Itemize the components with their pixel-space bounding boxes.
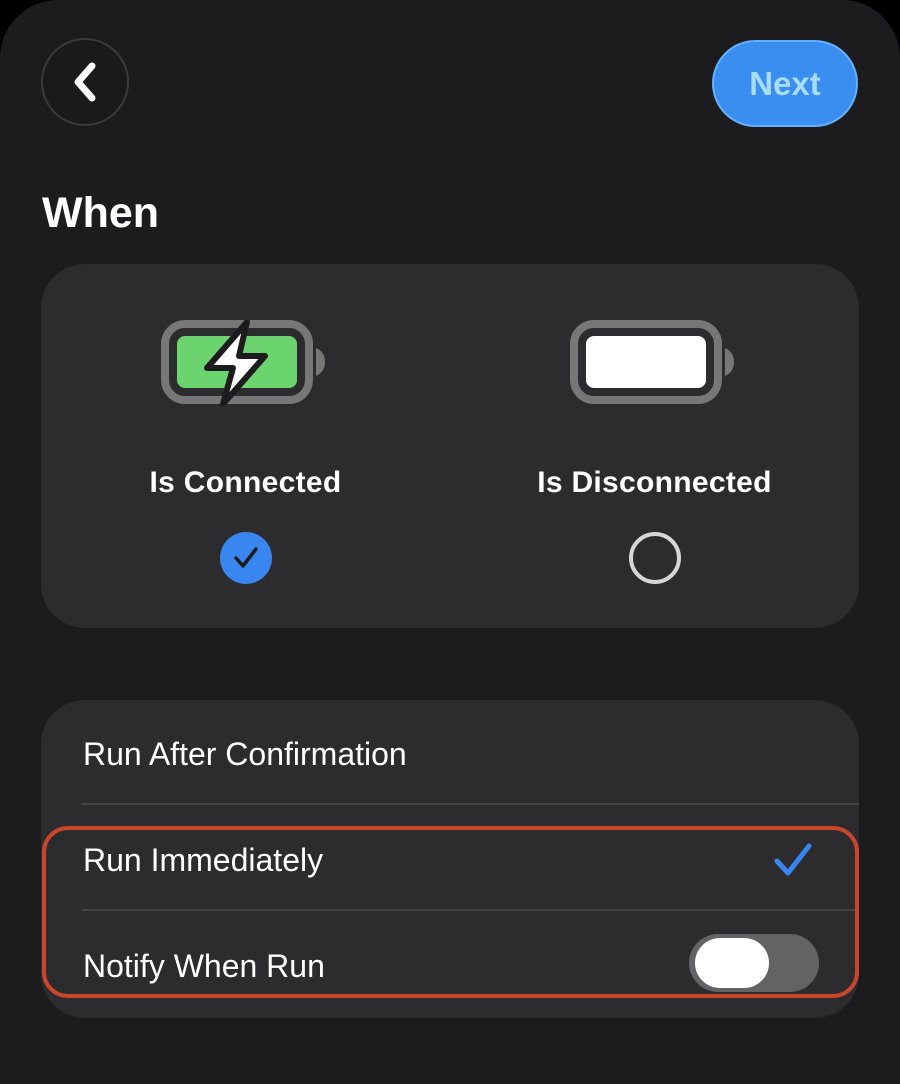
- run-immediately-row[interactable]: Run Immediately: [41, 806, 859, 912]
- section-title: When: [42, 189, 160, 237]
- run-settings-card: Run After Confirmation Run Immediately N…: [41, 700, 859, 1018]
- battery-charging-icon: [160, 320, 325, 406]
- divider: [82, 909, 859, 911]
- radio-unchecked[interactable]: [628, 532, 681, 584]
- battery-full-icon: [569, 320, 734, 404]
- next-button[interactable]: Next: [712, 40, 858, 127]
- back-button[interactable]: [41, 38, 129, 126]
- chevron-left-icon: [74, 62, 96, 102]
- trigger-options-card: Is Connected Is Disconnected: [41, 264, 859, 628]
- radio-checked[interactable]: [219, 532, 272, 584]
- toggle-knob: [695, 938, 769, 988]
- checkmark-icon: [233, 547, 258, 568]
- notify-toggle[interactable]: [689, 934, 819, 992]
- run-after-confirmation-row[interactable]: Run After Confirmation: [41, 700, 859, 806]
- row-label: Run Immediately: [83, 842, 324, 878]
- option-label: Is Disconnected: [537, 466, 772, 499]
- automation-sheet: Next When Is Connected Is Disconnected R…: [0, 0, 900, 1084]
- divider: [82, 803, 859, 805]
- option-is-disconnected[interactable]: Is Disconnected: [450, 264, 859, 628]
- row-label: Notify When Run: [83, 948, 325, 984]
- checkmark-icon: [774, 843, 812, 876]
- option-label: Is Connected: [149, 466, 342, 499]
- notify-when-run-row: Notify When Run: [41, 912, 859, 1018]
- row-label: Run After Confirmation: [83, 736, 407, 772]
- option-is-connected[interactable]: Is Connected: [41, 264, 450, 628]
